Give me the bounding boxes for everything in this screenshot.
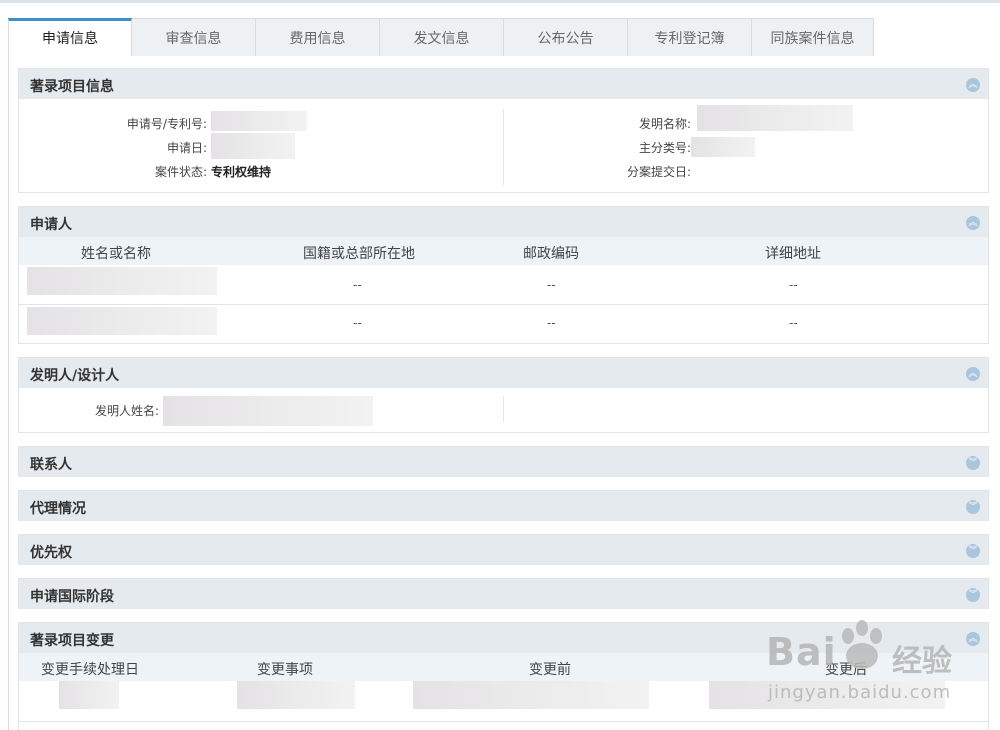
- section-title: 著录项目变更: [30, 633, 114, 649]
- table-cell: --: [353, 316, 362, 330]
- section-title: 优先权: [30, 545, 72, 561]
- chevron-down-icon[interactable]: ︾: [966, 544, 980, 558]
- section-title: 代理情况: [30, 501, 86, 517]
- app-date-label: 申请日:: [166, 141, 207, 155]
- section-priority: 优先权 ︾: [18, 534, 989, 565]
- divider: [503, 396, 504, 422]
- app-no-label: 申请号/专利号:: [126, 117, 207, 131]
- chevron-down-icon[interactable]: ︾: [966, 500, 980, 514]
- redacted-change-item: [237, 681, 355, 709]
- col-postcode: 邮政编码: [523, 246, 579, 262]
- col-nationality: 国籍或总部所在地: [303, 246, 415, 262]
- section-applicant: 申请人 ︽ 姓名或名称 国籍或总部所在地 邮政编码 详细地址 -- -- -- …: [18, 206, 989, 344]
- redacted-applicant-name: [27, 307, 217, 335]
- table-cell: --: [789, 278, 798, 292]
- table-cell: --: [353, 278, 362, 292]
- main-class-label: 主分类号:: [638, 141, 691, 155]
- section-header[interactable]: 申请国际阶段 ︾: [19, 579, 988, 609]
- invention-name-label: 发明名称:: [638, 117, 691, 131]
- tab-application-info[interactable]: 申请信息: [8, 18, 132, 56]
- col-address: 详细地址: [765, 246, 821, 262]
- section-changes: 著录项目变更 ︽ 变更手续处理日 变更事项 变更前 变更后: [18, 622, 989, 730]
- section-header[interactable]: 联系人 ︾: [19, 447, 988, 477]
- chevron-up-icon[interactable]: ︽: [966, 78, 980, 92]
- inventor-name-label: 发明人姓名:: [94, 404, 159, 418]
- section-contact: 联系人 ︾: [18, 446, 989, 477]
- col-before: 变更前: [529, 662, 571, 678]
- col-change-item: 变更事项: [257, 662, 313, 678]
- col-name: 姓名或名称: [81, 246, 151, 262]
- section-title: 发明人/设计人: [30, 368, 120, 384]
- chevron-up-icon[interactable]: ︽: [966, 216, 980, 230]
- table-cell: --: [547, 278, 556, 292]
- redacted-before: [413, 681, 649, 709]
- status-label: 案件状态:: [154, 165, 207, 179]
- table-cell: --: [547, 316, 556, 330]
- section-header[interactable]: 申请人 ︽: [19, 207, 988, 237]
- redacted-applicant-name: [27, 267, 217, 295]
- tab-fee-info[interactable]: 费用信息: [256, 18, 380, 56]
- section-header[interactable]: 著录项目信息 ︽: [19, 69, 988, 99]
- redacted-invention-name: [697, 105, 853, 131]
- division-date-label: 分案提交日:: [626, 165, 691, 179]
- section-header[interactable]: 发明人/设计人 ︽: [19, 358, 988, 388]
- col-change-date: 变更手续处理日: [41, 662, 139, 678]
- redacted-inventor-name: [163, 396, 373, 426]
- section-inventor: 发明人/设计人 ︽ 发明人姓名:: [18, 357, 989, 433]
- redacted-app-no: [211, 111, 307, 131]
- table-header: 变更手续处理日 变更事项 变更前 变更后: [19, 653, 988, 681]
- section-header[interactable]: 著录项目变更 ︽: [19, 623, 988, 653]
- chevron-down-icon[interactable]: ︾: [966, 588, 980, 602]
- tab-examination-info[interactable]: 审查信息: [132, 18, 256, 56]
- section-header[interactable]: 优先权 ︾: [19, 535, 988, 565]
- redacted-main-class: [691, 137, 755, 157]
- redacted-app-date: [211, 133, 295, 159]
- divider: [503, 109, 504, 185]
- chevron-down-icon[interactable]: ︾: [966, 456, 980, 470]
- section-agency: 代理情况 ︾: [18, 490, 989, 521]
- tab-bar: 申请信息 审查信息 费用信息 发文信息 公布公告 专利登记簿 同族案件信息: [8, 18, 874, 56]
- chevron-up-icon[interactable]: ︽: [966, 367, 980, 381]
- section-bibliographic: 著录项目信息 ︽ 申请号/专利号: 申请日: 案件状态: 专利权维持 发明名称:…: [18, 68, 989, 193]
- redacted-change-date: [59, 681, 119, 709]
- col-after: 变更后: [825, 662, 867, 678]
- section-title: 联系人: [30, 457, 72, 473]
- tab-dispatch-info[interactable]: 发文信息: [380, 18, 504, 56]
- table-header: 姓名或名称 国籍或总部所在地 邮政编码 详细地址: [19, 237, 988, 265]
- section-international-phase: 申请国际阶段 ︾: [18, 578, 989, 609]
- tab-patent-register[interactable]: 专利登记簿: [628, 18, 752, 56]
- section-title: 申请人: [30, 217, 72, 233]
- row-divider: [19, 304, 988, 305]
- table-cell: --: [789, 316, 798, 330]
- chevron-up-icon[interactable]: ︽: [966, 632, 980, 646]
- tab-family-cases[interactable]: 同族案件信息: [752, 18, 874, 56]
- section-title: 著录项目信息: [30, 79, 114, 95]
- section-header[interactable]: 代理情况 ︾: [19, 491, 988, 521]
- tab-publication[interactable]: 公布公告: [504, 18, 628, 56]
- status-value: 专利权维持: [211, 165, 272, 179]
- row-divider: [19, 721, 988, 722]
- section-title: 申请国际阶段: [30, 589, 114, 605]
- redacted-after: [709, 681, 945, 709]
- top-border: [0, 0, 1000, 3]
